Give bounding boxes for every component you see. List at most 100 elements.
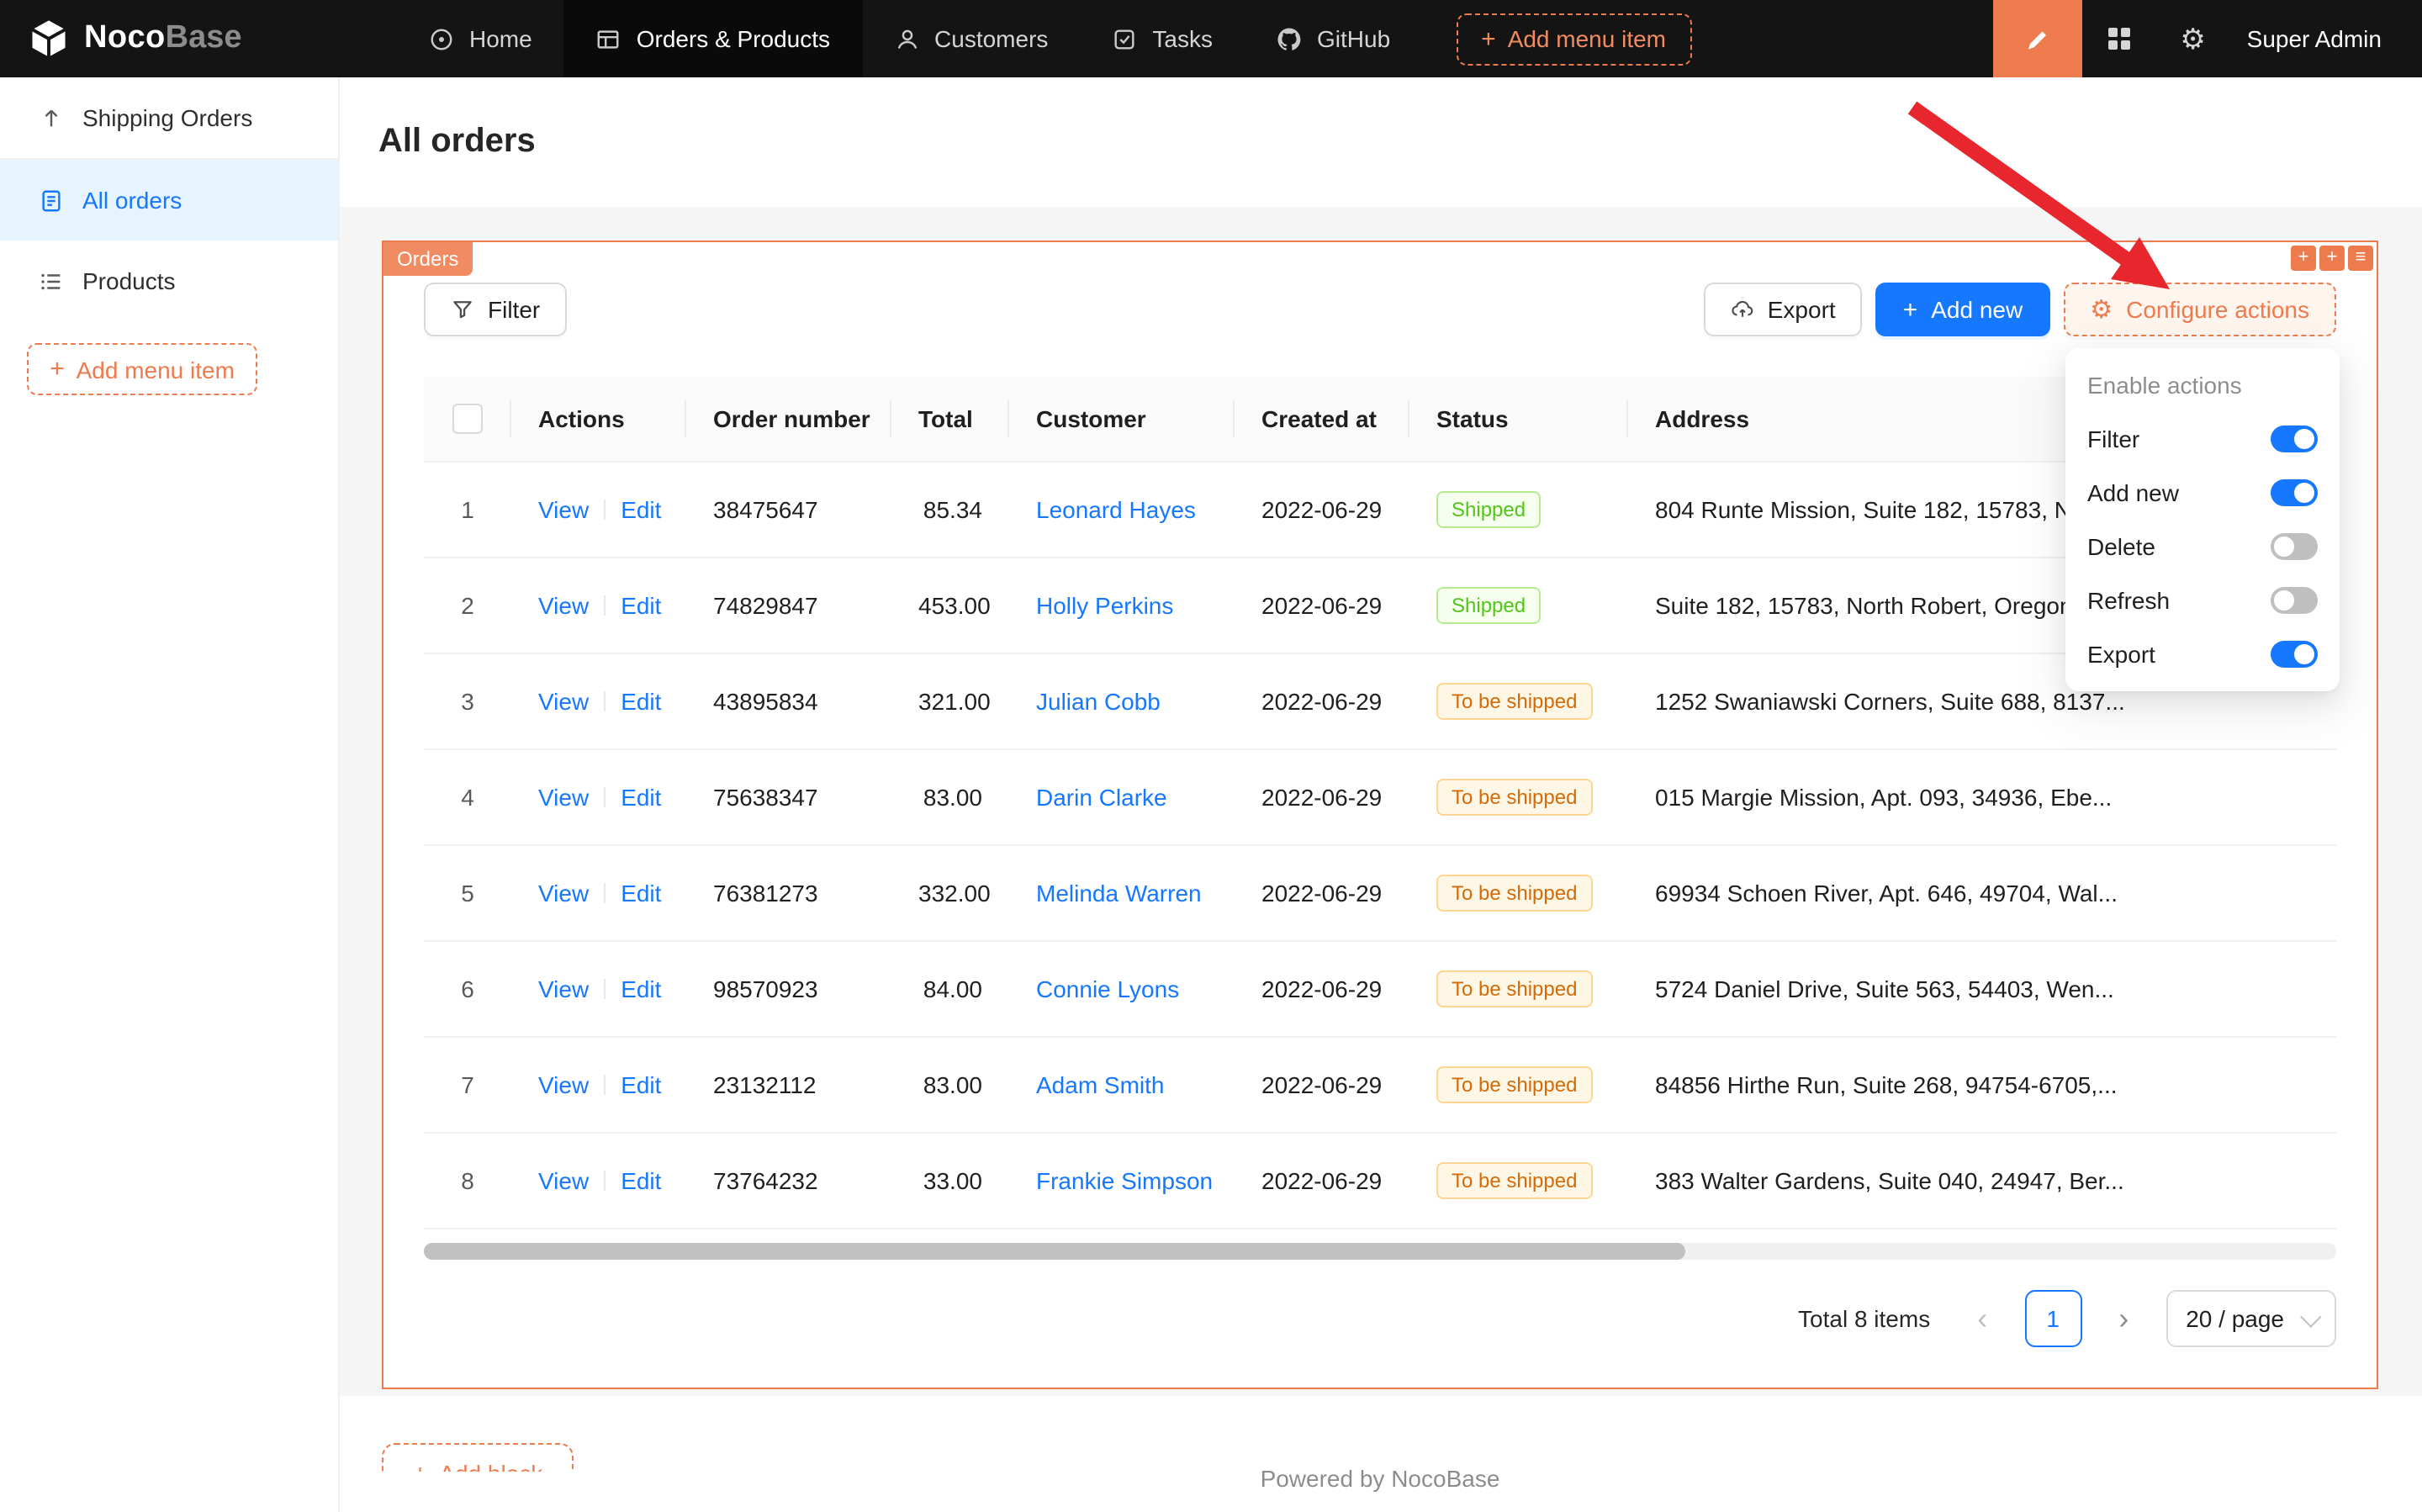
sidebar-item-products[interactable]: Products bbox=[0, 241, 338, 321]
column-header-total: Total bbox=[891, 377, 1009, 462]
column-header-actions: Actions bbox=[511, 377, 686, 462]
row-index: 4 bbox=[461, 784, 474, 811]
configure-actions-button[interactable]: ⚙ Configure actions bbox=[2063, 283, 2336, 336]
table-row: 7 ViewEdit 23132112 83.00 Adam Smith 202… bbox=[424, 1037, 2336, 1133]
funnel-icon bbox=[451, 298, 474, 321]
home-icon bbox=[429, 26, 454, 51]
customer-link[interactable]: Julian Cobb bbox=[1036, 688, 1161, 715]
customer-link[interactable]: Darin Clarke bbox=[1036, 784, 1167, 811]
sidebar-item-all-orders[interactable]: All orders bbox=[0, 160, 338, 241]
customer-link[interactable]: Holly Perkins bbox=[1036, 592, 1173, 619]
nav-item-customers[interactable]: Customers bbox=[862, 0, 1080, 77]
customer-link[interactable]: Frankie Simpson bbox=[1036, 1167, 1213, 1194]
row-index: 7 bbox=[461, 1071, 474, 1098]
nocobase-logo[interactable]: NocoBase bbox=[0, 17, 357, 61]
view-link[interactable]: View bbox=[538, 1167, 589, 1194]
table-header-row: Actions Order number Total Customer Crea… bbox=[424, 377, 2336, 462]
divider bbox=[604, 979, 606, 999]
page-number-button[interactable]: 1 bbox=[2024, 1290, 2081, 1347]
status-badge: Shipped bbox=[1436, 491, 1541, 528]
total-cell: 332.00 bbox=[891, 845, 1009, 941]
divider bbox=[604, 595, 606, 616]
plugins-button[interactable] bbox=[2082, 0, 2156, 77]
horizontal-scrollbar-thumb[interactable] bbox=[424, 1243, 1686, 1260]
view-link[interactable]: View bbox=[538, 592, 589, 619]
customer-link[interactable]: Leonard Hayes bbox=[1036, 496, 1196, 523]
nav-add-menu-item-button[interactable]: + Add menu item bbox=[1456, 13, 1691, 65]
view-link[interactable]: View bbox=[538, 975, 589, 1002]
edit-link[interactable]: Edit bbox=[621, 496, 661, 523]
page-size-select[interactable]: 20 / page bbox=[2166, 1290, 2336, 1347]
view-link[interactable]: View bbox=[538, 880, 589, 907]
navbar-right: ⚙ Super Admin bbox=[1993, 0, 2422, 77]
sidebar-item-shipping-orders[interactable]: Shipping Orders bbox=[0, 77, 338, 160]
order-number-cell: 98570923 bbox=[686, 941, 891, 1037]
edit-link[interactable]: Edit bbox=[621, 1071, 661, 1098]
view-link[interactable]: View bbox=[538, 784, 589, 811]
filter-button[interactable]: Filter bbox=[424, 283, 567, 336]
sidebar-add-menu-item-button[interactable]: + Add menu item bbox=[27, 343, 257, 395]
divider bbox=[604, 883, 606, 903]
plus-icon: + bbox=[1481, 26, 1496, 51]
edit-link[interactable]: Edit bbox=[621, 1167, 661, 1194]
nav-item-tasks[interactable]: Tasks bbox=[1080, 0, 1245, 77]
nav-item-github[interactable]: GitHub bbox=[1245, 0, 1422, 77]
arrow-up-icon bbox=[39, 105, 64, 130]
created-at-cell: 2022-06-29 bbox=[1235, 653, 1409, 749]
divider bbox=[604, 1171, 606, 1191]
edit-link[interactable]: Edit bbox=[621, 880, 661, 907]
enable-action-delete[interactable]: Delete bbox=[2065, 520, 2340, 574]
enable-action-add-new[interactable]: Add new bbox=[2065, 466, 2340, 520]
nav-item-home[interactable]: Home bbox=[397, 0, 564, 77]
grid-icon bbox=[2106, 25, 2133, 52]
designer-menu-icon[interactable]: ≡ bbox=[2348, 246, 2373, 271]
order-number-cell: 43895834 bbox=[686, 653, 891, 749]
address-cell: 5724 Daniel Drive, Suite 563, 54403, Wen… bbox=[1628, 941, 2336, 1037]
refresh-toggle[interactable] bbox=[2271, 587, 2318, 614]
created-at-cell: 2022-06-29 bbox=[1235, 1037, 1409, 1133]
designer-add-icon[interactable]: + bbox=[2291, 246, 2316, 271]
designer-initializer-icon[interactable]: + bbox=[2319, 246, 2345, 271]
filter-toggle[interactable] bbox=[2271, 426, 2318, 452]
add-new-toggle[interactable] bbox=[2271, 479, 2318, 506]
customer-link[interactable]: Melinda Warren bbox=[1036, 880, 1202, 907]
divider bbox=[604, 787, 606, 807]
edit-link[interactable]: Edit bbox=[621, 975, 661, 1002]
created-at-cell: 2022-06-29 bbox=[1235, 1133, 1409, 1229]
view-link[interactable]: View bbox=[538, 1071, 589, 1098]
settings-button[interactable]: ⚙ bbox=[2156, 0, 2230, 77]
enable-action-filter[interactable]: Filter bbox=[2065, 412, 2340, 466]
delete-toggle[interactable] bbox=[2271, 533, 2318, 560]
current-user-menu[interactable]: Super Admin bbox=[2230, 25, 2422, 52]
export-button[interactable]: Export bbox=[1704, 283, 1863, 336]
enable-action-refresh[interactable]: Refresh bbox=[2065, 574, 2340, 627]
previous-page-button[interactable]: ‹ bbox=[1957, 1293, 2007, 1344]
app-root: NocoBase Home Orders & Products Customer… bbox=[0, 0, 2422, 1512]
table-row: 4 ViewEdit 75638347 83.00 Darin Clarke 2… bbox=[424, 749, 2336, 845]
edit-link[interactable]: Edit bbox=[621, 784, 661, 811]
address-cell: 383 Walter Gardens, Suite 040, 24947, Be… bbox=[1628, 1133, 2336, 1229]
block-designer-label[interactable]: Orders bbox=[383, 242, 472, 276]
order-number-cell: 23132112 bbox=[686, 1037, 891, 1133]
customer-link[interactable]: Adam Smith bbox=[1036, 1071, 1165, 1098]
total-cell: 321.00 bbox=[891, 653, 1009, 749]
row-index: 3 bbox=[461, 688, 474, 715]
list-icon bbox=[39, 268, 64, 293]
plus-icon: + bbox=[50, 357, 65, 382]
total-cell: 85.34 bbox=[891, 462, 1009, 558]
next-page-button[interactable]: › bbox=[2098, 1293, 2149, 1344]
status-badge: To be shipped bbox=[1436, 875, 1592, 912]
view-link[interactable]: View bbox=[538, 496, 589, 523]
enable-action-export[interactable]: Export bbox=[2065, 627, 2340, 681]
edit-link[interactable]: Edit bbox=[621, 688, 661, 715]
nav-item-orders-products[interactable]: Orders & Products bbox=[564, 0, 862, 77]
export-toggle[interactable] bbox=[2271, 641, 2318, 668]
view-link[interactable]: View bbox=[538, 688, 589, 715]
main-menu: Home Orders & Products Customers Tasks bbox=[397, 0, 1422, 77]
edit-link[interactable]: Edit bbox=[621, 592, 661, 619]
ui-editor-button[interactable] bbox=[1993, 0, 2082, 77]
add-new-button[interactable]: + Add new bbox=[1876, 283, 2050, 336]
column-header-order-number: Order number bbox=[686, 377, 891, 462]
select-all-checkbox[interactable] bbox=[452, 404, 483, 434]
customer-link[interactable]: Connie Lyons bbox=[1036, 975, 1179, 1002]
